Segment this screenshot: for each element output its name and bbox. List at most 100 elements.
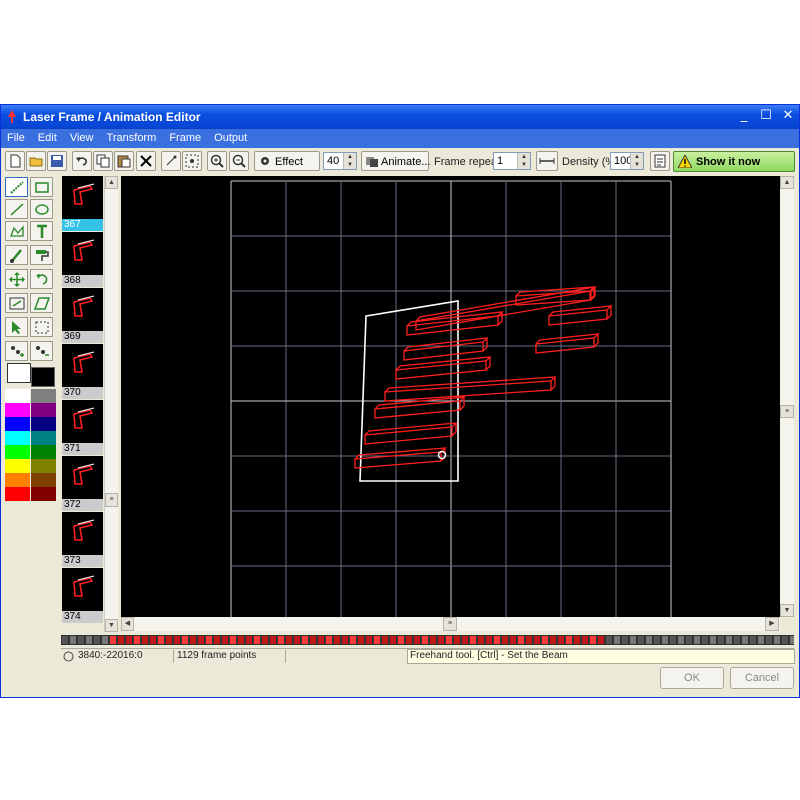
undo-button[interactable] — [72, 151, 92, 171]
delete-button[interactable] — [136, 151, 156, 171]
new-button[interactable] — [5, 151, 25, 171]
frame-thumbnail[interactable]: 372 — [62, 456, 103, 511]
menu-frame[interactable]: Frame — [163, 129, 205, 144]
minimize-button[interactable]: _ — [735, 108, 753, 124]
text-tool[interactable] — [30, 221, 53, 241]
maximize-button[interactable]: ☐ — [757, 108, 775, 124]
scroll-thumb[interactable]: ≡ — [780, 405, 794, 418]
add-points-tool[interactable] — [5, 341, 28, 361]
scroll-thumb[interactable]: ≡ — [443, 617, 457, 631]
select-tool[interactable] — [5, 317, 28, 337]
frame-thumbnail[interactable]: 367 — [62, 176, 103, 231]
scroll-down-icon[interactable]: ▼ — [780, 604, 794, 617]
zoom-in-button[interactable] — [207, 151, 227, 171]
frame-repeats-spinner[interactable]: 1 ▲ ▼ — [493, 152, 531, 170]
line-tool[interactable] — [5, 199, 28, 219]
save-button[interactable] — [47, 151, 67, 171]
palette-color-swatch[interactable] — [31, 445, 56, 459]
paint-roller-tool[interactable] — [30, 245, 53, 265]
frame-thumbnail[interactable]: 371 — [62, 400, 103, 455]
menu-output[interactable]: Output — [208, 129, 251, 144]
palette-color-swatch[interactable] — [5, 445, 30, 459]
show-it-now-button[interactable]: Show it now — [673, 151, 795, 172]
palette-color-swatch[interactable] — [31, 487, 56, 501]
palette-color-swatch[interactable] — [5, 403, 30, 417]
menu-edit[interactable]: Edit — [32, 129, 61, 144]
scroll-down-icon[interactable]: ▼ — [105, 619, 118, 632]
timeline-frame-cell — [478, 636, 484, 644]
move-tool[interactable] — [5, 269, 28, 289]
paste-button[interactable] — [114, 151, 134, 171]
close-button[interactable]: ✕ — [779, 108, 797, 124]
scroll-right-icon[interactable]: ▶ — [765, 617, 779, 631]
canvas-horizontal-scrollbar[interactable]: ◀ ≡ ▶ — [121, 617, 780, 631]
ellipse-tool[interactable] — [30, 199, 53, 219]
frame-thumbnail[interactable]: 374 — [62, 568, 103, 623]
scroll-up-icon[interactable]: ▲ — [780, 176, 794, 189]
scroll-thumb[interactable]: ≡ — [105, 493, 118, 507]
open-button[interactable] — [26, 151, 46, 171]
scroll-up-icon[interactable]: ▲ — [105, 176, 118, 189]
timeline-frame-cell — [102, 636, 108, 644]
palette-color-swatch[interactable] — [5, 459, 30, 473]
cancel-button[interactable]: Cancel — [730, 667, 794, 689]
menu-file[interactable]: File — [1, 129, 29, 144]
select-points-button[interactable] — [182, 151, 202, 171]
properties-button[interactable] — [650, 151, 670, 171]
arrow-pointer-icon — [12, 321, 21, 334]
palette-color-swatch[interactable] — [31, 473, 56, 487]
spinner-arrows-icon[interactable]: ▲ ▼ — [630, 153, 643, 169]
animate-button[interactable]: Animate... — [361, 151, 431, 171]
frame-thumbnail[interactable]: 369 — [62, 288, 103, 343]
palette-color-swatch[interactable] — [5, 487, 30, 501]
zoom-out-button[interactable] — [229, 151, 249, 171]
canvas-vertical-scrollbar[interactable]: ▲ ≡ ▼ — [780, 176, 794, 617]
skew-tool[interactable] — [30, 293, 53, 313]
palette-color-swatch[interactable] — [31, 403, 56, 417]
foreground-color-swatch[interactable] — [7, 363, 31, 383]
menu-transform[interactable]: Transform — [101, 129, 161, 144]
timeline-frame-cell — [654, 636, 660, 644]
canvas-drawing[interactable] — [121, 176, 780, 622]
frame-thumbnail[interactable]: 373 — [62, 512, 103, 567]
palette-color-swatch[interactable] — [31, 389, 56, 403]
drawing-canvas[interactable] — [121, 176, 780, 622]
effect-spinner[interactable]: 40 ▲ ▼ — [323, 152, 357, 170]
palette-color-swatch[interactable] — [5, 473, 30, 487]
palette-color-swatch[interactable] — [5, 389, 30, 403]
polyline-tool[interactable] — [5, 221, 28, 241]
effect-button[interactable]: Effect — [254, 151, 320, 171]
spinner-arrows-icon[interactable]: ▲ ▼ — [343, 153, 356, 169]
frame-thumbnail[interactable]: 370 — [62, 344, 103, 399]
show-it-now-label: Show it now — [696, 156, 761, 168]
frame-timeline[interactable] — [61, 635, 796, 645]
background-color-swatch[interactable] — [31, 367, 55, 387]
timeline-frame-cell — [382, 636, 388, 644]
folder-open-icon — [29, 157, 43, 167]
palette-color-swatch[interactable] — [31, 431, 56, 445]
palette-color-swatch[interactable] — [31, 417, 56, 431]
menu-view[interactable]: View — [64, 129, 98, 144]
timeline-frame-cell — [486, 636, 492, 644]
rectangle-tool[interactable] — [30, 177, 53, 197]
palette-color-swatch[interactable] — [5, 417, 30, 431]
copy-button[interactable] — [93, 151, 113, 171]
timeline-cells[interactable] — [61, 635, 796, 645]
brush-tool[interactable] — [5, 245, 28, 265]
palette-color-swatch[interactable] — [5, 431, 30, 445]
frame-thumbnail[interactable]: 368 — [62, 232, 103, 287]
remove-points-tool[interactable] — [30, 341, 53, 361]
scroll-left-icon[interactable]: ◀ — [121, 617, 134, 631]
marquee-tool[interactable] — [30, 317, 53, 337]
ok-button[interactable]: OK — [660, 667, 724, 689]
point-tool-button[interactable] — [161, 151, 181, 171]
density-spinner[interactable]: 100 ▲ ▼ — [610, 152, 644, 170]
timeline-frame-cell — [406, 636, 412, 644]
palette-color-swatch[interactable] — [31, 459, 56, 473]
freehand-tool[interactable] — [5, 177, 28, 197]
beam-link-button[interactable] — [536, 151, 558, 171]
spinner-arrows-icon[interactable]: ▲ ▼ — [517, 153, 530, 169]
frame-list-scrollbar[interactable]: ▲ ≡ ▼ — [104, 176, 118, 632]
scale-tool[interactable] — [5, 293, 28, 313]
rotate-tool[interactable] — [30, 269, 53, 289]
